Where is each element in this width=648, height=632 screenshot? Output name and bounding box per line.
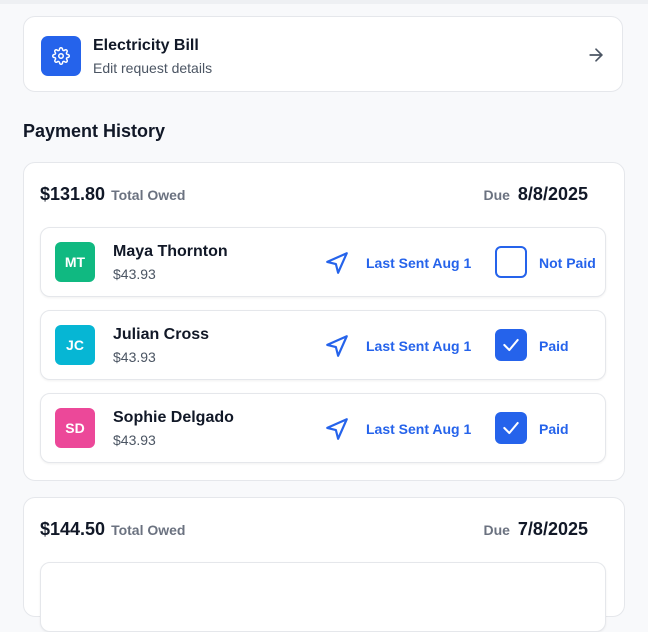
avatar: SD — [55, 408, 95, 448]
check-icon — [503, 338, 519, 352]
member-name: Julian Cross — [113, 326, 210, 343]
send-icon[interactable] — [324, 333, 350, 359]
section-title: Payment History — [23, 121, 166, 141]
due-date: Due 8/8/2025 — [483, 184, 588, 205]
total-owed-amount: $144.50 — [40, 519, 106, 539]
payment-status: Paid — [539, 421, 569, 437]
payment-status: Not Paid — [539, 255, 596, 271]
send-icon[interactable] — [324, 250, 350, 276]
total-owed-label: Total Owed — [111, 522, 186, 538]
total-owed: $144.50 Total Owed — [40, 519, 186, 540]
member-amount: $43.93 — [113, 266, 156, 282]
due-label: Due — [483, 187, 510, 203]
top-divider — [0, 0, 648, 4]
due-date-value: 8/8/2025 — [517, 184, 588, 204]
bill-card[interactable]: Electricity Bill Edit request details — [23, 16, 623, 92]
total-owed: $131.80 Total Owed — [40, 184, 186, 205]
avatar: JC — [55, 325, 95, 365]
send-icon[interactable] — [324, 416, 350, 442]
due-label: Due — [483, 522, 510, 538]
paid-checkbox[interactable] — [495, 329, 527, 361]
last-sent-label[interactable]: Last Sent Aug 1 — [366, 338, 471, 354]
paid-checkbox[interactable] — [495, 412, 527, 444]
arrow-right-icon[interactable] — [586, 45, 606, 65]
member-name: Sophie Delgado — [113, 409, 234, 426]
total-owed-amount: $131.80 — [40, 184, 106, 204]
avatar: MT — [55, 242, 95, 282]
total-owed-label: Total Owed — [111, 187, 186, 203]
member-amount: $43.93 — [113, 432, 156, 448]
gear-icon — [41, 36, 81, 76]
member-name: Maya Thornton — [113, 243, 228, 260]
bill-title: Electricity Bill — [93, 37, 199, 54]
last-sent-label[interactable]: Last Sent Aug 1 — [366, 255, 471, 271]
paid-checkbox[interactable] — [495, 246, 527, 278]
bill-subtitle: Edit request details — [93, 60, 213, 76]
last-sent-label[interactable]: Last Sent Aug 1 — [366, 421, 471, 437]
due-date-value: 7/8/2025 — [517, 519, 588, 539]
member-row-maya-thornton: MT Maya Thornton $43.93 Last Sent Aug 1 … — [40, 227, 606, 297]
due-date: Due 7/8/2025 — [483, 519, 588, 540]
payment-period-card: $131.80 Total Owed Due 8/8/2025 MT Maya … — [23, 162, 625, 481]
member-row — [40, 562, 606, 632]
payment-period-card: $144.50 Total Owed Due 7/8/2025 — [23, 497, 625, 632]
member-row-sophie-delgado: SD Sophie Delgado $43.93 Last Sent Aug 1… — [40, 393, 606, 463]
payment-status: Paid — [539, 338, 569, 354]
check-icon — [503, 421, 519, 435]
payment-page: Electricity Bill Edit request details Pa… — [0, 0, 648, 632]
member-row-julian-cross: JC Julian Cross $43.93 Last Sent Aug 1 P… — [40, 310, 606, 380]
member-amount: $43.93 — [113, 349, 156, 365]
